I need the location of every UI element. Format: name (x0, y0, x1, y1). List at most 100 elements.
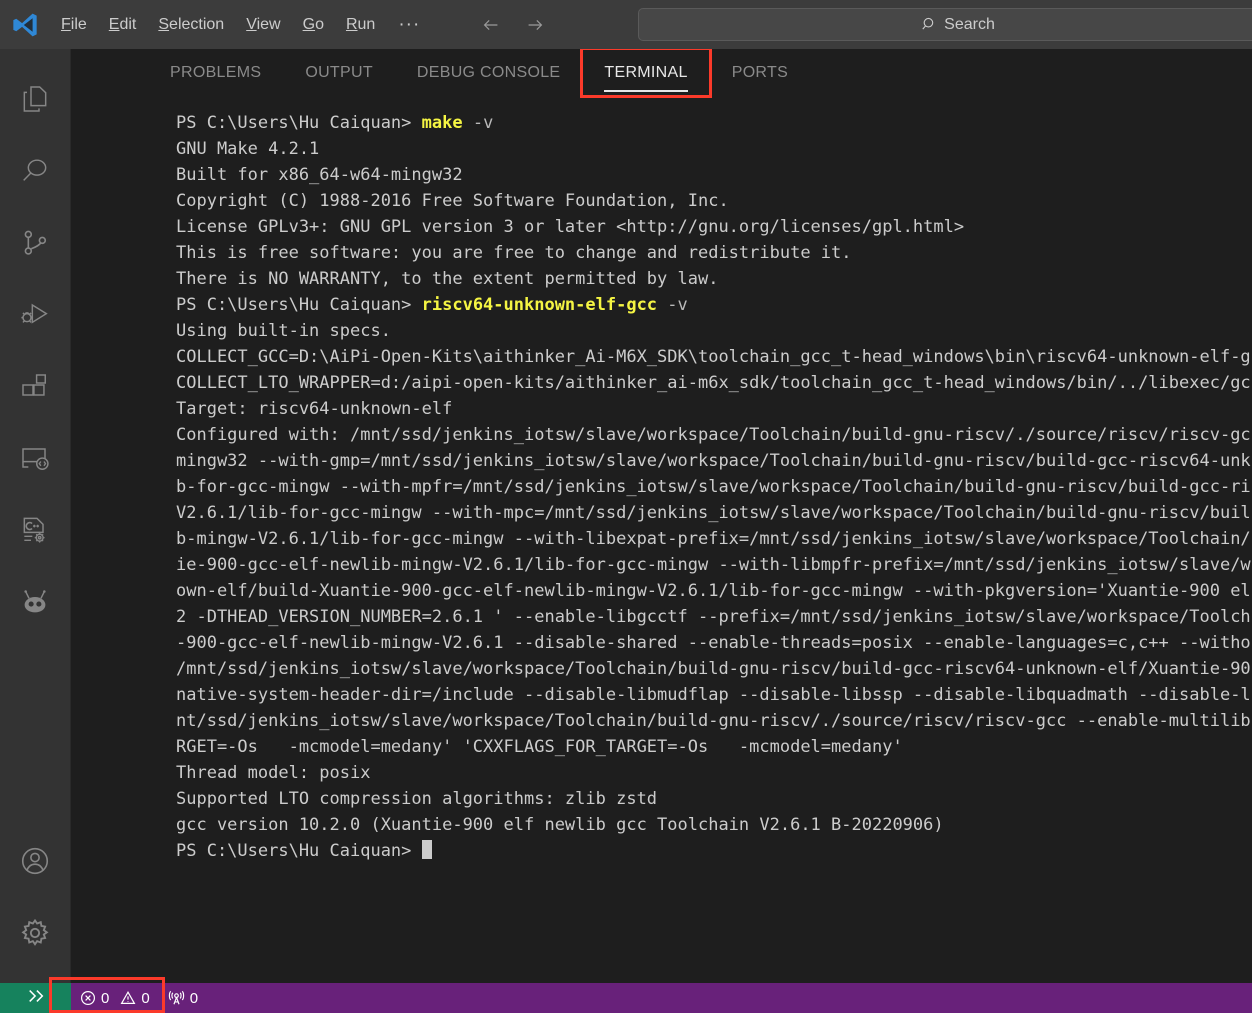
terminal-text: ie-900-gcc-elf-newlib-mingw-V2.6.1/lib-f… (176, 555, 1251, 575)
terminal-text: This is free software: you are free to c… (176, 243, 852, 263)
run-and-debug-icon (19, 299, 51, 331)
terminal-text: Thread model: posix (176, 763, 371, 783)
menu-overflow[interactable]: ··· (386, 0, 432, 49)
menu-selection-rest: election (169, 16, 225, 33)
menu-bar: File Edit Selection View Go Run ··· (50, 0, 432, 49)
terminal-line: RGET=-Os -mcmodel=medany' 'CXXFLAGS_FOR_… (176, 734, 1252, 760)
terminal-text: RGET=-Os -mcmodel=medany' 'CXXFLAGS_FOR_… (176, 737, 903, 757)
error-count: 0 (101, 989, 110, 1007)
menu-run-rest: un (357, 16, 376, 33)
terminal-text: -v (462, 113, 494, 133)
terminal-line: Copyright (C) 1988-2016 Free Software Fo… (176, 188, 1252, 214)
menu-view[interactable]: View (235, 0, 291, 49)
menu-go[interactable]: Go (292, 0, 335, 49)
menu-selection[interactable]: Selection (147, 0, 235, 49)
tab-problems[interactable]: PROBLEMS (170, 49, 283, 96)
menu-file[interactable]: File (50, 0, 98, 49)
status-remote-indicator[interactable] (0, 983, 71, 1013)
panel-tab-bar: PROBLEMS OUTPUT DEBUG CONSOLE TERMINAL P… (71, 49, 1252, 98)
radio-count: 0 (189, 989, 199, 1007)
terminal-text: Using built-in specs. (176, 321, 391, 341)
sidebar-item-run-and-debug[interactable] (0, 279, 71, 351)
account-icon (19, 845, 51, 877)
vscode-window: File Edit Selection View Go Run ··· Sear… (0, 0, 1252, 1013)
terminal-line: V2.6.1/lib-for-gcc-mingw --with-mpc=/mnt… (176, 500, 1252, 526)
ant-icon (19, 587, 51, 619)
menu-edit-rest: dit (119, 16, 137, 33)
extensions-icon (19, 371, 51, 403)
tab-ports[interactable]: PORTS (710, 49, 810, 96)
remote-indicator-icon (25, 987, 47, 1009)
terminal-text: Supported LTO compression algorithms: zl… (176, 789, 658, 809)
status-radio-tower[interactable]: 0 (159, 983, 207, 1013)
terminal-text: make (421, 113, 463, 133)
workbench-body: PROBLEMS OUTPUT DEBUG CONSOLE TERMINAL P… (0, 49, 1252, 983)
terminal-text: b-for-gcc-mingw --with-mpfr=/mnt/ssd/jen… (176, 477, 1251, 497)
sidebar-item-manage-settings[interactable] (0, 897, 71, 969)
sidebar-item-cpp-config[interactable] (0, 495, 71, 567)
sidebar-item-remote-explorer[interactable] (0, 423, 71, 495)
sidebar-item-search[interactable] (0, 135, 71, 207)
terminal-line: nt/ssd/jenkins_iotsw/slave/workspace/Too… (176, 708, 1252, 734)
terminal-line: Using built-in specs. (176, 318, 1252, 344)
terminal-text: License GPLv3+: GNU GPL version 3 or lat… (176, 217, 965, 237)
terminal-line: mingw32 --with-gmp=/mnt/ssd/jenkins_iots… (176, 448, 1252, 474)
sidebar-item-accounts[interactable] (0, 825, 71, 897)
search-placeholder: Search (944, 15, 995, 33)
navigation-arrows (480, 14, 546, 36)
tab-terminal[interactable]: TERMINAL (580, 49, 712, 98)
terminal-text: Target: riscv64-unknown-elf (176, 399, 453, 419)
files-icon (19, 83, 51, 115)
terminal-line: Configured with: /mnt/ssd/jenkins_iotsw/… (176, 422, 1252, 448)
menu-go-rest: o (315, 16, 324, 33)
terminal-text: b-mingw-V2.6.1/lib-for-gcc-mingw --with-… (176, 529, 1251, 549)
menu-file-rest: ile (70, 16, 87, 33)
terminal-line: PS C:\Users\Hu Caiquan> (176, 838, 1252, 864)
tab-output[interactable]: OUTPUT (283, 49, 395, 96)
tab-debug-console[interactable]: DEBUG CONSOLE (395, 49, 583, 96)
terminal-line: COLLECT_GCC=D:\AiPi-Open-Kits\aithinker_… (176, 344, 1252, 370)
activity-bar (0, 49, 71, 983)
terminal-line: /mnt/ssd/jenkins_iotsw/slave/workspace/T… (176, 656, 1252, 682)
bottom-panel: PROBLEMS OUTPUT DEBUG CONSOLE TERMINAL P… (71, 49, 1252, 983)
remote-explorer-icon (19, 443, 51, 475)
terminal-text: native-system-header-dir=/include --disa… (176, 685, 1251, 705)
terminal-line: b-for-gcc-mingw --with-mpfr=/mnt/ssd/jen… (176, 474, 1252, 500)
status-problems[interactable]: 0 0 (71, 983, 159, 1013)
terminal-text: -900-gcc-elf-newlib-mingw-V2.6.1 --disab… (176, 633, 1251, 653)
source-control-icon (19, 227, 51, 259)
cpp-gear-icon (19, 515, 51, 547)
terminal-line: License GPLv3+: GNU GPL version 3 or lat… (176, 214, 1252, 240)
sidebar-item-source-control[interactable] (0, 207, 71, 279)
menu-run[interactable]: Run (335, 0, 386, 49)
terminal-text: gcc version 10.2.0 (Xuantie-900 elf newl… (176, 815, 944, 835)
sidebar-item-platformio[interactable] (0, 567, 71, 639)
title-bar: File Edit Selection View Go Run ··· Sear… (0, 0, 1252, 49)
terminal-line: This is free software: you are free to c… (176, 240, 1252, 266)
warning-count: 0 (141, 989, 150, 1007)
terminal-text: nt/ssd/jenkins_iotsw/slave/workspace/Too… (176, 711, 1251, 731)
terminal-text: PS C:\Users\Hu Caiquan> (176, 113, 422, 133)
sidebar-item-extensions[interactable] (0, 351, 71, 423)
warning-icon (120, 990, 136, 1006)
terminal-text: riscv64-unknown-elf-gcc (421, 295, 658, 315)
sidebar-item-explorer[interactable] (0, 63, 71, 135)
terminal-text: PS C:\Users\Hu Caiquan> (176, 295, 422, 315)
arrow-left-icon[interactable] (480, 14, 502, 36)
search-input[interactable]: Search (638, 8, 1252, 41)
error-icon (80, 990, 96, 1006)
arrow-right-icon[interactable] (524, 14, 546, 36)
terminal-line: Supported LTO compression algorithms: zl… (176, 786, 1252, 812)
terminal-text: Configured with: /mnt/ssd/jenkins_iotsw/… (176, 425, 1252, 445)
terminal-text: Built for x86_64-w64-mingw32 (176, 165, 463, 185)
terminal-line: Built for x86_64-w64-mingw32 (176, 162, 1252, 188)
terminal-line: PS C:\Users\Hu Caiquan> riscv64-unknown-… (176, 292, 1252, 318)
terminal-line: ie-900-gcc-elf-newlib-mingw-V2.6.1/lib-f… (176, 552, 1252, 578)
terminal-text: Copyright (C) 1988-2016 Free Software Fo… (176, 191, 729, 211)
terminal-output[interactable]: PS C:\Users\Hu Caiquan> make -v GNU Make … (71, 96, 1252, 983)
terminal-text: /mnt/ssd/jenkins_iotsw/slave/workspace/T… (176, 659, 1251, 679)
terminal-line: PS C:\Users\Hu Caiquan> make -v (176, 110, 1252, 136)
terminal-line: b-mingw-V2.6.1/lib-for-gcc-mingw --with-… (176, 526, 1252, 552)
terminal-line: Thread model: posix (176, 760, 1252, 786)
menu-edit[interactable]: Edit (98, 0, 148, 49)
